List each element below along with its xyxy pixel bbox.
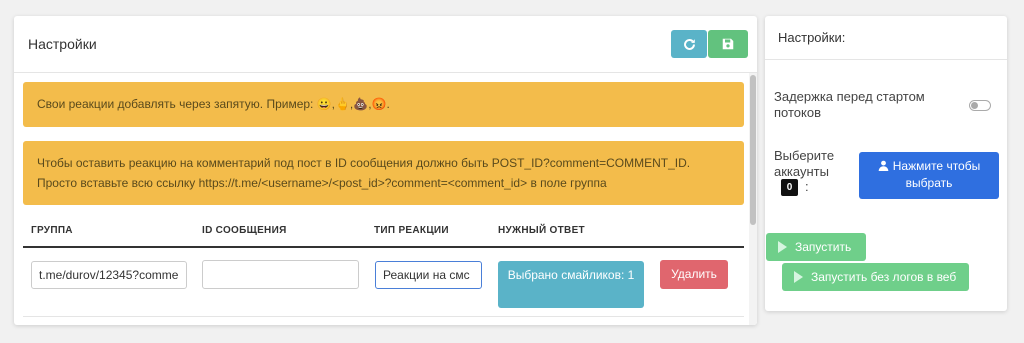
column-header-answer: НУЖНЫЙ ОТВЕТ <box>498 225 585 236</box>
alert-reactions-text: Свои реакции добавлять через запятую. Пр… <box>37 97 317 111</box>
alert-comment-hint: Чтобы оставить реакцию на комментарий по… <box>23 141 744 205</box>
save-icon <box>722 38 734 50</box>
play-icon <box>794 270 803 283</box>
reactions-card: Настройки Свои реакции добавлять через з… <box>14 16 757 325</box>
scrollbar-thumb[interactable] <box>750 75 756 225</box>
accounts-count-badge: 0 <box>781 179 798 196</box>
alert-reactions-emojis: 😀,🖕,💩,😡. <box>316 97 390 111</box>
column-header-message-id: ID СООБЩЕНИЯ <box>202 225 287 236</box>
page-title: Настройки <box>28 36 97 52</box>
select-accounts-button[interactable]: Нажмите чтобы выбрать <box>859 152 999 199</box>
card-header: Настройки <box>14 16 757 73</box>
selected-emojis-button[interactable]: Выбрано смайликов: 1 <box>498 261 644 308</box>
card-body: Свои реакции добавлять через запятую. Пр… <box>14 73 749 325</box>
column-header-group: ГРУППА <box>31 225 73 236</box>
delay-toggle[interactable] <box>969 100 991 111</box>
delete-button[interactable]: Удалить <box>660 260 728 289</box>
delay-label: Задержка перед стартом потоков <box>774 89 925 120</box>
column-header-reaction-type: ТИП РЕАКЦИИ <box>374 225 449 236</box>
settings-header: Настройки: <box>765 16 1007 60</box>
play-icon <box>778 240 787 253</box>
group-input[interactable]: t.me/durov/12345?comme <box>31 261 187 289</box>
select-accounts-label: Нажмите чтобы выбрать <box>892 159 981 190</box>
save-button[interactable] <box>708 30 748 58</box>
scrollbar[interactable] <box>749 73 757 325</box>
start-label: Запустить <box>795 240 852 254</box>
reaction-type-select[interactable]: Реакции на смс <box>375 261 482 289</box>
table-header-divider <box>23 246 744 248</box>
alert-reactions-hint: Свои реакции добавлять через запятую. Пр… <box>23 82 744 127</box>
user-icon <box>878 160 889 171</box>
accounts-label: Выберите аккаунты <box>774 148 835 179</box>
accounts-colon: : <box>805 179 809 194</box>
start-without-logs-label: Запустить без логов в веб <box>811 270 957 284</box>
refresh-button[interactable] <box>671 30 707 58</box>
alert-comment-text: Чтобы оставить реакцию на комментарий по… <box>37 156 691 190</box>
toggle-knob <box>971 102 978 109</box>
start-without-logs-button[interactable]: Запустить без логов в веб <box>782 263 969 291</box>
table-row-divider <box>23 316 744 317</box>
settings-card: Настройки: Задержка перед стартом потоко… <box>765 16 1007 311</box>
start-button[interactable]: Запустить <box>766 233 866 261</box>
settings-title: Настройки: <box>778 30 846 45</box>
refresh-icon <box>683 38 695 50</box>
message-id-input[interactable] <box>202 260 359 289</box>
